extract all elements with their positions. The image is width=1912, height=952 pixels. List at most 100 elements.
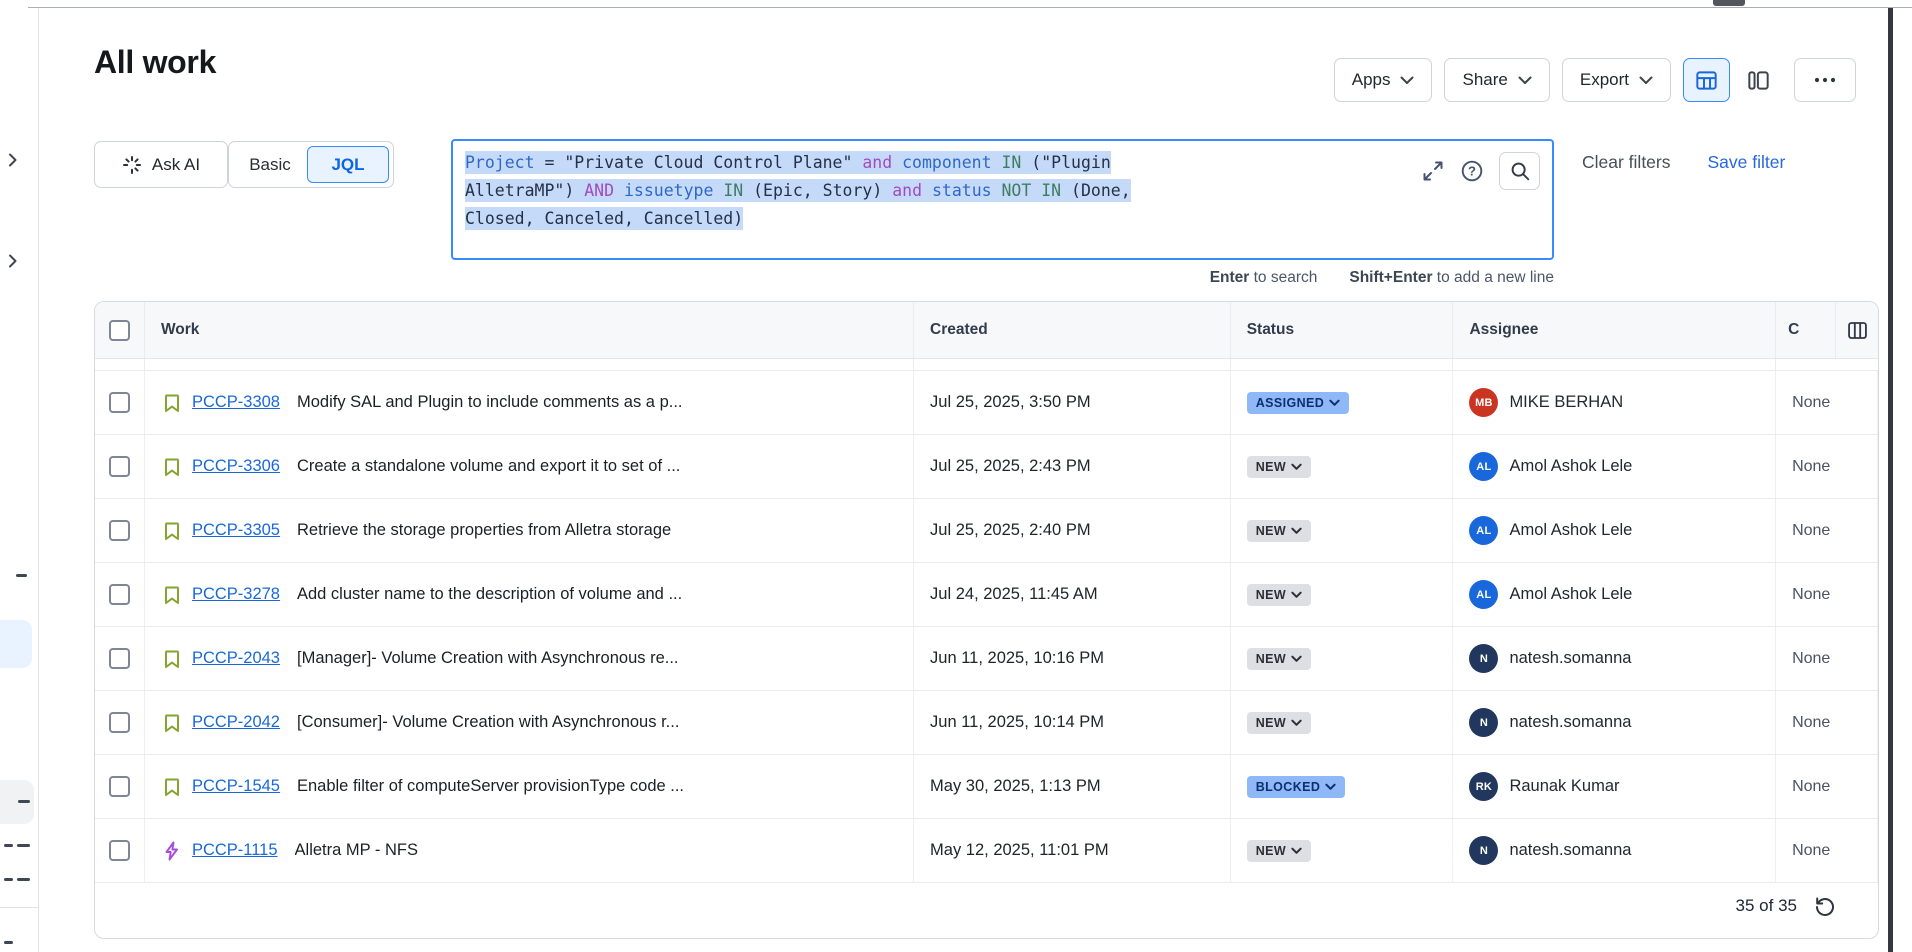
table-view-icon xyxy=(1694,68,1719,93)
select-all-checkbox[interactable] xyxy=(109,320,130,341)
status-badge[interactable]: NEW xyxy=(1247,648,1311,670)
clear-filters-button[interactable]: Clear filters xyxy=(1582,152,1671,173)
partial-scrolled-row xyxy=(95,359,1878,371)
c-value: None xyxy=(1792,458,1830,476)
chevron-down-icon xyxy=(1291,655,1302,663)
main-content: All work Apps Share Export Ask AI xyxy=(40,8,1912,952)
issue-key-link[interactable]: PCCP-3305 xyxy=(192,521,280,540)
status-badge[interactable]: NEW xyxy=(1247,584,1311,606)
created-value: Jul 25, 2025, 3:50 PM xyxy=(930,393,1091,412)
epic-icon xyxy=(161,840,183,862)
jql-editor[interactable]: Project = "Private Cloud Control Plane" … xyxy=(451,139,1554,260)
row-checkbox[interactable] xyxy=(109,392,130,413)
table-row[interactable]: PCCP-3308 Modify SAL and Plugin to inclu… xyxy=(95,371,1878,435)
table-row[interactable]: PCCP-1115 Alletra MP - NFS May 12, 2025,… xyxy=(95,819,1878,883)
row-checkbox[interactable] xyxy=(109,584,130,605)
search-hints: Enter to search Shift+Enter to add a new… xyxy=(451,269,1554,287)
issue-summary: [Consumer]- Volume Creation with Asynchr… xyxy=(297,713,679,732)
chevron-down-icon xyxy=(1291,591,1302,599)
table-row[interactable]: PCCP-2043 [Manager]- Volume Creation wit… xyxy=(95,627,1878,691)
assignee-name: Amol Ashok Lele xyxy=(1509,457,1632,476)
row-checkbox[interactable] xyxy=(109,520,130,541)
issue-key-link[interactable]: PCCP-1545 xyxy=(192,777,280,796)
columns-icon xyxy=(1846,319,1869,342)
c-value: None xyxy=(1792,586,1830,604)
sidebar-hovered-item[interactable] xyxy=(0,780,34,824)
sidebar-selected-item[interactable] xyxy=(0,620,32,668)
story-icon xyxy=(161,456,183,478)
ask-ai-button[interactable]: Ask AI xyxy=(94,141,228,188)
save-filter-button[interactable]: Save filter xyxy=(1708,152,1786,173)
refresh-button[interactable] xyxy=(1812,893,1838,919)
issue-summary: [Manager]- Volume Creation with Asynchro… xyxy=(297,649,679,668)
status-badge[interactable]: NEW xyxy=(1247,520,1311,542)
created-value: May 30, 2025, 1:13 PM xyxy=(930,777,1101,796)
status-badge[interactable]: BLOCKED xyxy=(1247,776,1346,798)
issue-key-link[interactable]: PCCP-1115 xyxy=(192,841,278,860)
table-row[interactable]: PCCP-3305 Retrieve the storage propertie… xyxy=(95,499,1878,563)
sidebar-item-fragment xyxy=(4,941,13,944)
avatar: AL xyxy=(1469,452,1498,481)
avatar: N xyxy=(1469,836,1498,865)
c-value: None xyxy=(1792,650,1830,668)
basic-mode-button[interactable]: Basic xyxy=(233,155,307,175)
column-header-assignee[interactable]: Assignee xyxy=(1453,302,1776,358)
created-value: Jun 11, 2025, 10:16 PM xyxy=(930,649,1104,668)
jql-code[interactable]: Project = "Private Cloud Control Plane" … xyxy=(465,149,1421,250)
avatar: MB xyxy=(1469,388,1498,417)
chevron-down-icon xyxy=(1291,847,1302,855)
avatar: RK xyxy=(1469,772,1498,801)
configure-columns-button[interactable] xyxy=(1840,313,1874,347)
expand-icon[interactable] xyxy=(1421,159,1445,183)
status-badge[interactable]: NEW xyxy=(1247,456,1311,478)
toolbar: Apps Share Export xyxy=(1334,58,1856,102)
search-button[interactable] xyxy=(1499,152,1540,190)
detail-view-button[interactable] xyxy=(1735,58,1782,102)
row-checkbox[interactable] xyxy=(109,840,130,861)
assignee-name: Raunak Kumar xyxy=(1509,777,1619,796)
chevron-down-icon xyxy=(1518,76,1532,85)
enter-hint: Enter to search xyxy=(1210,269,1318,287)
issue-key-link[interactable]: PCCP-2042 xyxy=(192,713,280,732)
table-body: PCCP-3308 Modify SAL and Plugin to inclu… xyxy=(95,371,1878,883)
issue-summary: Create a standalone volume and export it… xyxy=(297,457,680,476)
row-checkbox[interactable] xyxy=(109,648,130,669)
table-row[interactable]: PCCP-3278 Add cluster name to the descri… xyxy=(95,563,1878,627)
table-row[interactable]: PCCP-2042 [Consumer]- Volume Creation wi… xyxy=(95,691,1878,755)
row-checkbox[interactable] xyxy=(109,712,130,733)
share-button[interactable]: Share xyxy=(1444,58,1549,102)
help-icon[interactable]: ? xyxy=(1460,159,1484,183)
row-checkbox[interactable] xyxy=(109,456,130,477)
status-badge[interactable]: NEW xyxy=(1247,712,1311,734)
issue-key-link[interactable]: PCCP-2043 xyxy=(192,649,280,668)
row-checkbox[interactable] xyxy=(109,776,130,797)
chevron-right-icon[interactable] xyxy=(8,254,20,268)
issue-key-link[interactable]: PCCP-3278 xyxy=(192,585,280,604)
column-header-c[interactable]: C xyxy=(1776,302,1836,358)
column-header-created[interactable]: Created xyxy=(914,302,1231,358)
issue-summary: Modify SAL and Plugin to include comment… xyxy=(297,393,683,412)
result-count: 35 of 35 xyxy=(1736,896,1797,916)
chevron-right-icon[interactable] xyxy=(8,153,20,167)
apps-button[interactable]: Apps xyxy=(1334,58,1433,102)
status-badge[interactable]: ASSIGNED xyxy=(1247,392,1350,414)
export-button[interactable]: Export xyxy=(1562,58,1671,102)
issue-summary: Add cluster name to the description of v… xyxy=(297,585,682,604)
table-view-button[interactable] xyxy=(1683,58,1730,102)
created-value: Jul 24, 2025, 11:45 AM xyxy=(930,585,1098,604)
issue-key-link[interactable]: PCCP-3306 xyxy=(192,457,280,476)
chevron-down-icon xyxy=(1291,719,1302,727)
table-row[interactable]: PCCP-3306 Create a standalone volume and… xyxy=(95,435,1878,499)
view-switcher xyxy=(1683,58,1782,102)
column-header-status[interactable]: Status xyxy=(1231,302,1454,358)
issue-key-link[interactable]: PCCP-3308 xyxy=(192,393,280,412)
column-header-work[interactable]: Work xyxy=(145,302,914,358)
more-actions-button[interactable] xyxy=(1794,58,1856,102)
story-icon xyxy=(161,584,183,606)
chevron-down-icon xyxy=(1291,463,1302,471)
sidebar-item-fragment xyxy=(4,878,13,881)
table-row[interactable]: PCCP-1545 Enable filter of computeServer… xyxy=(95,755,1878,819)
assignee-name: MIKE BERHAN xyxy=(1509,393,1623,412)
jql-mode-button[interactable]: JQL xyxy=(307,146,389,183)
status-badge[interactable]: NEW xyxy=(1247,840,1311,862)
